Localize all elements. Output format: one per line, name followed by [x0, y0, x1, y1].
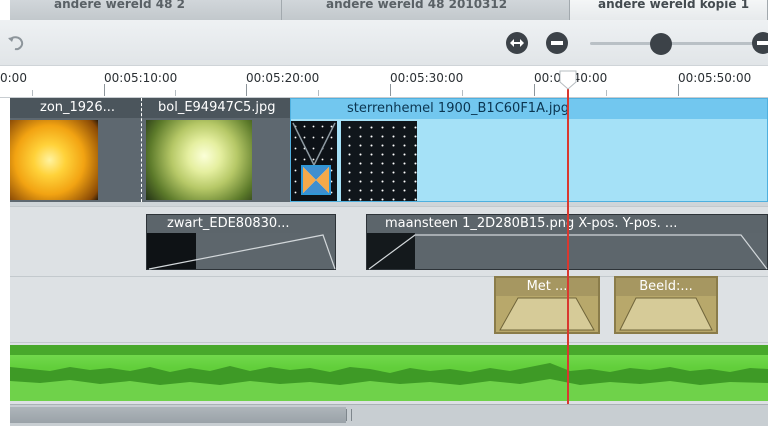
clip-thumbnail-bg — [98, 120, 141, 200]
ruler-tick — [318, 90, 319, 96]
ruler-tick — [104, 84, 105, 96]
ruler-tick — [678, 84, 679, 96]
playhead[interactable] — [567, 78, 569, 404]
clip-label: zwart_EDE80830... — [147, 215, 335, 233]
video-clip-sterrenhemel[interactable]: sterrenhemel 1900_B1C60F1A.jpg — [290, 98, 768, 202]
tab-project-2[interactable]: andere wereld 48 2010312 — [282, 0, 570, 20]
time-ruler[interactable]: 0:00 00:05:10:00 00:05:20:00 00:05:30:00… — [0, 66, 768, 98]
title-clip-met[interactable]: Met ... — [494, 276, 600, 334]
clip-thumbnail — [341, 121, 417, 201]
timeline-toolbar — [0, 20, 768, 66]
track-area: zon_1926... bol_E94947C5.jpg sterrenheme… — [10, 98, 768, 404]
ruler-label: 00:05:50:00 — [678, 71, 752, 85]
tab-strip: andere wereld 48 2 andere wereld 48 2010… — [10, 0, 768, 20]
ruler-label: 00:05:20:00 — [246, 71, 320, 85]
ruler-tick — [175, 90, 176, 96]
clip-thumbnail — [146, 120, 252, 200]
ruler-tick — [462, 90, 463, 96]
clip-thumbnail — [10, 120, 98, 200]
video-track: zon_1926... bol_E94947C5.jpg sterrenheme… — [10, 98, 768, 206]
clip-body — [147, 233, 336, 270]
transition-icon[interactable] — [301, 165, 331, 195]
tab-project-3[interactable]: andere wereld kopie 1 — [570, 0, 768, 20]
ruler-label: 00:05:30:00 — [390, 71, 464, 85]
zoom-in-icon[interactable] — [752, 32, 768, 54]
audio-waveform — [10, 345, 768, 401]
clip-label: Met ... — [496, 278, 598, 296]
video-clip-bol[interactable]: bol_E94947C5.jpg — [142, 98, 290, 202]
audio-clip[interactable] — [10, 345, 768, 401]
tab-project-1[interactable]: andere wereld 48 2 — [10, 0, 282, 20]
ruler-tick — [534, 84, 535, 96]
title-clip-beeld[interactable]: Beeld:... — [614, 276, 718, 334]
scrollbar-grip[interactable] — [346, 409, 352, 421]
clip-label: zon_1926... — [10, 98, 141, 118]
ruler-label: 00:05:10:00 — [104, 71, 178, 85]
clip-label: sterrenhemel 1900_B1C60F1A.jpg — [291, 99, 767, 119]
timeline-window: andere wereld 48 2 andere wereld 48 2010… — [0, 0, 768, 426]
ruler-tick — [32, 90, 33, 96]
fit-width-icon[interactable] — [506, 32, 528, 54]
clip-label: bol_E94947C5.jpg — [142, 98, 290, 118]
clip-label: Beeld:... — [616, 278, 716, 296]
video-clip-zon[interactable]: zon_1926... — [10, 98, 142, 202]
zoom-slider-handle[interactable] — [650, 33, 672, 55]
zoom-out-icon[interactable] — [546, 32, 568, 54]
playhead-handle-icon[interactable] — [559, 70, 577, 90]
undo-icon[interactable] — [6, 32, 28, 54]
ruler-tick — [390, 84, 391, 96]
timeline-scrollbar[interactable] — [10, 404, 768, 426]
scrollbar-thumb[interactable] — [10, 407, 346, 423]
ruler-tick — [606, 90, 607, 96]
zoom-slider-track[interactable] — [590, 42, 766, 45]
audio-track — [10, 342, 768, 404]
ruler-label: 0:00 — [0, 71, 27, 85]
ruler-tick — [246, 84, 247, 96]
overlay-clip-zwart[interactable]: zwart_EDE80830... — [146, 214, 336, 270]
